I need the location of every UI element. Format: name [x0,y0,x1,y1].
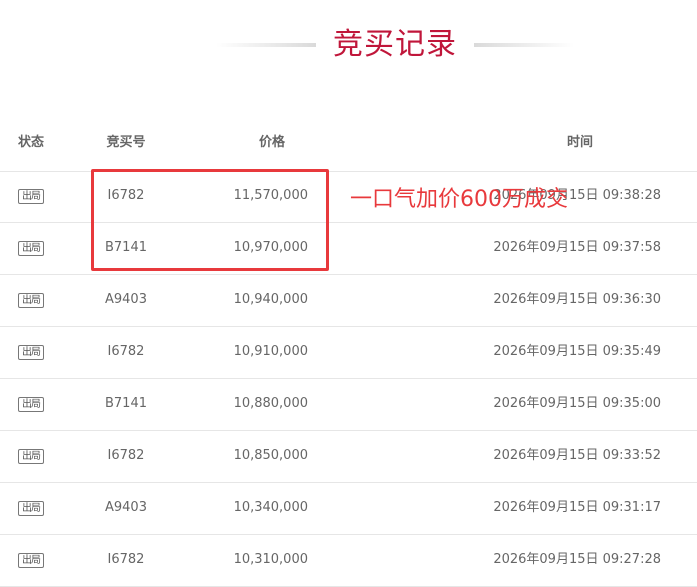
bid-time: 2026年09月15日 09:35:00 [493,396,661,411]
bid-number: I6782 [107,344,145,359]
bid-number: I6782 [107,552,145,567]
bid-number: I6782 [107,448,145,463]
status-badge: 出局 [18,189,44,204]
table-row: 出局 I6782 10,850,000 2026年09月15日 09:33:52 [0,431,697,483]
section-title-bar: 竞买记录 [0,24,697,68]
status-badge: 出局 [18,501,44,516]
annotation-text: 一口气加价600万成交 [350,187,568,212]
status-badge: 出局 [18,293,44,308]
bid-price: 10,850,000 [233,448,308,463]
table-row: 出局 A9403 10,940,000 2026年09月15日 09:36:30 [0,275,697,327]
column-header-bid-no: 竞买号 [106,135,146,150]
page-title: 竞买记录 [333,27,457,62]
annotation-highlight-box [91,169,329,271]
column-header-status: 状态 [18,135,45,150]
title-divider-left [216,43,316,47]
bid-number: A9403 [105,500,147,515]
column-header-price: 价格 [258,135,285,150]
bid-time: 2026年09月15日 09:37:58 [493,240,661,255]
bid-number: A9403 [105,292,147,307]
bid-price: 10,940,000 [233,292,308,307]
title-divider-right [474,43,574,47]
column-header-time: 时间 [566,135,593,150]
bid-time: 2026年09月15日 09:36:30 [493,292,661,307]
bid-time: 2026年09月15日 09:35:49 [493,344,661,359]
table-header: 状态 竞买号 价格 时间 [0,117,697,172]
table-row: 出局 A9403 10,340,000 2026年09月15日 09:31:17 [0,483,697,535]
table-row: 出局 I6782 10,910,000 2026年09月15日 09:35:49 [0,327,697,379]
bid-price: 10,910,000 [233,344,308,359]
status-badge: 出局 [18,241,44,256]
bid-price: 10,310,000 [233,552,308,567]
bid-price: 10,340,000 [233,500,308,515]
bid-number: B7141 [104,396,147,411]
status-badge: 出局 [18,345,44,360]
status-badge: 出局 [18,449,44,464]
bid-time: 2026年09月15日 09:27:28 [493,552,661,567]
status-badge: 出局 [18,553,44,568]
bid-time: 2026年09月15日 09:31:17 [493,500,661,515]
bid-price: 10,880,000 [233,396,308,411]
table-row: 出局 B7141 10,880,000 2026年09月15日 09:35:00 [0,379,697,431]
table-row: 出局 I6782 10,310,000 2026年09月15日 09:27:28 [0,535,697,587]
status-badge: 出局 [18,397,44,412]
bid-time: 2026年09月15日 09:33:52 [493,448,661,463]
